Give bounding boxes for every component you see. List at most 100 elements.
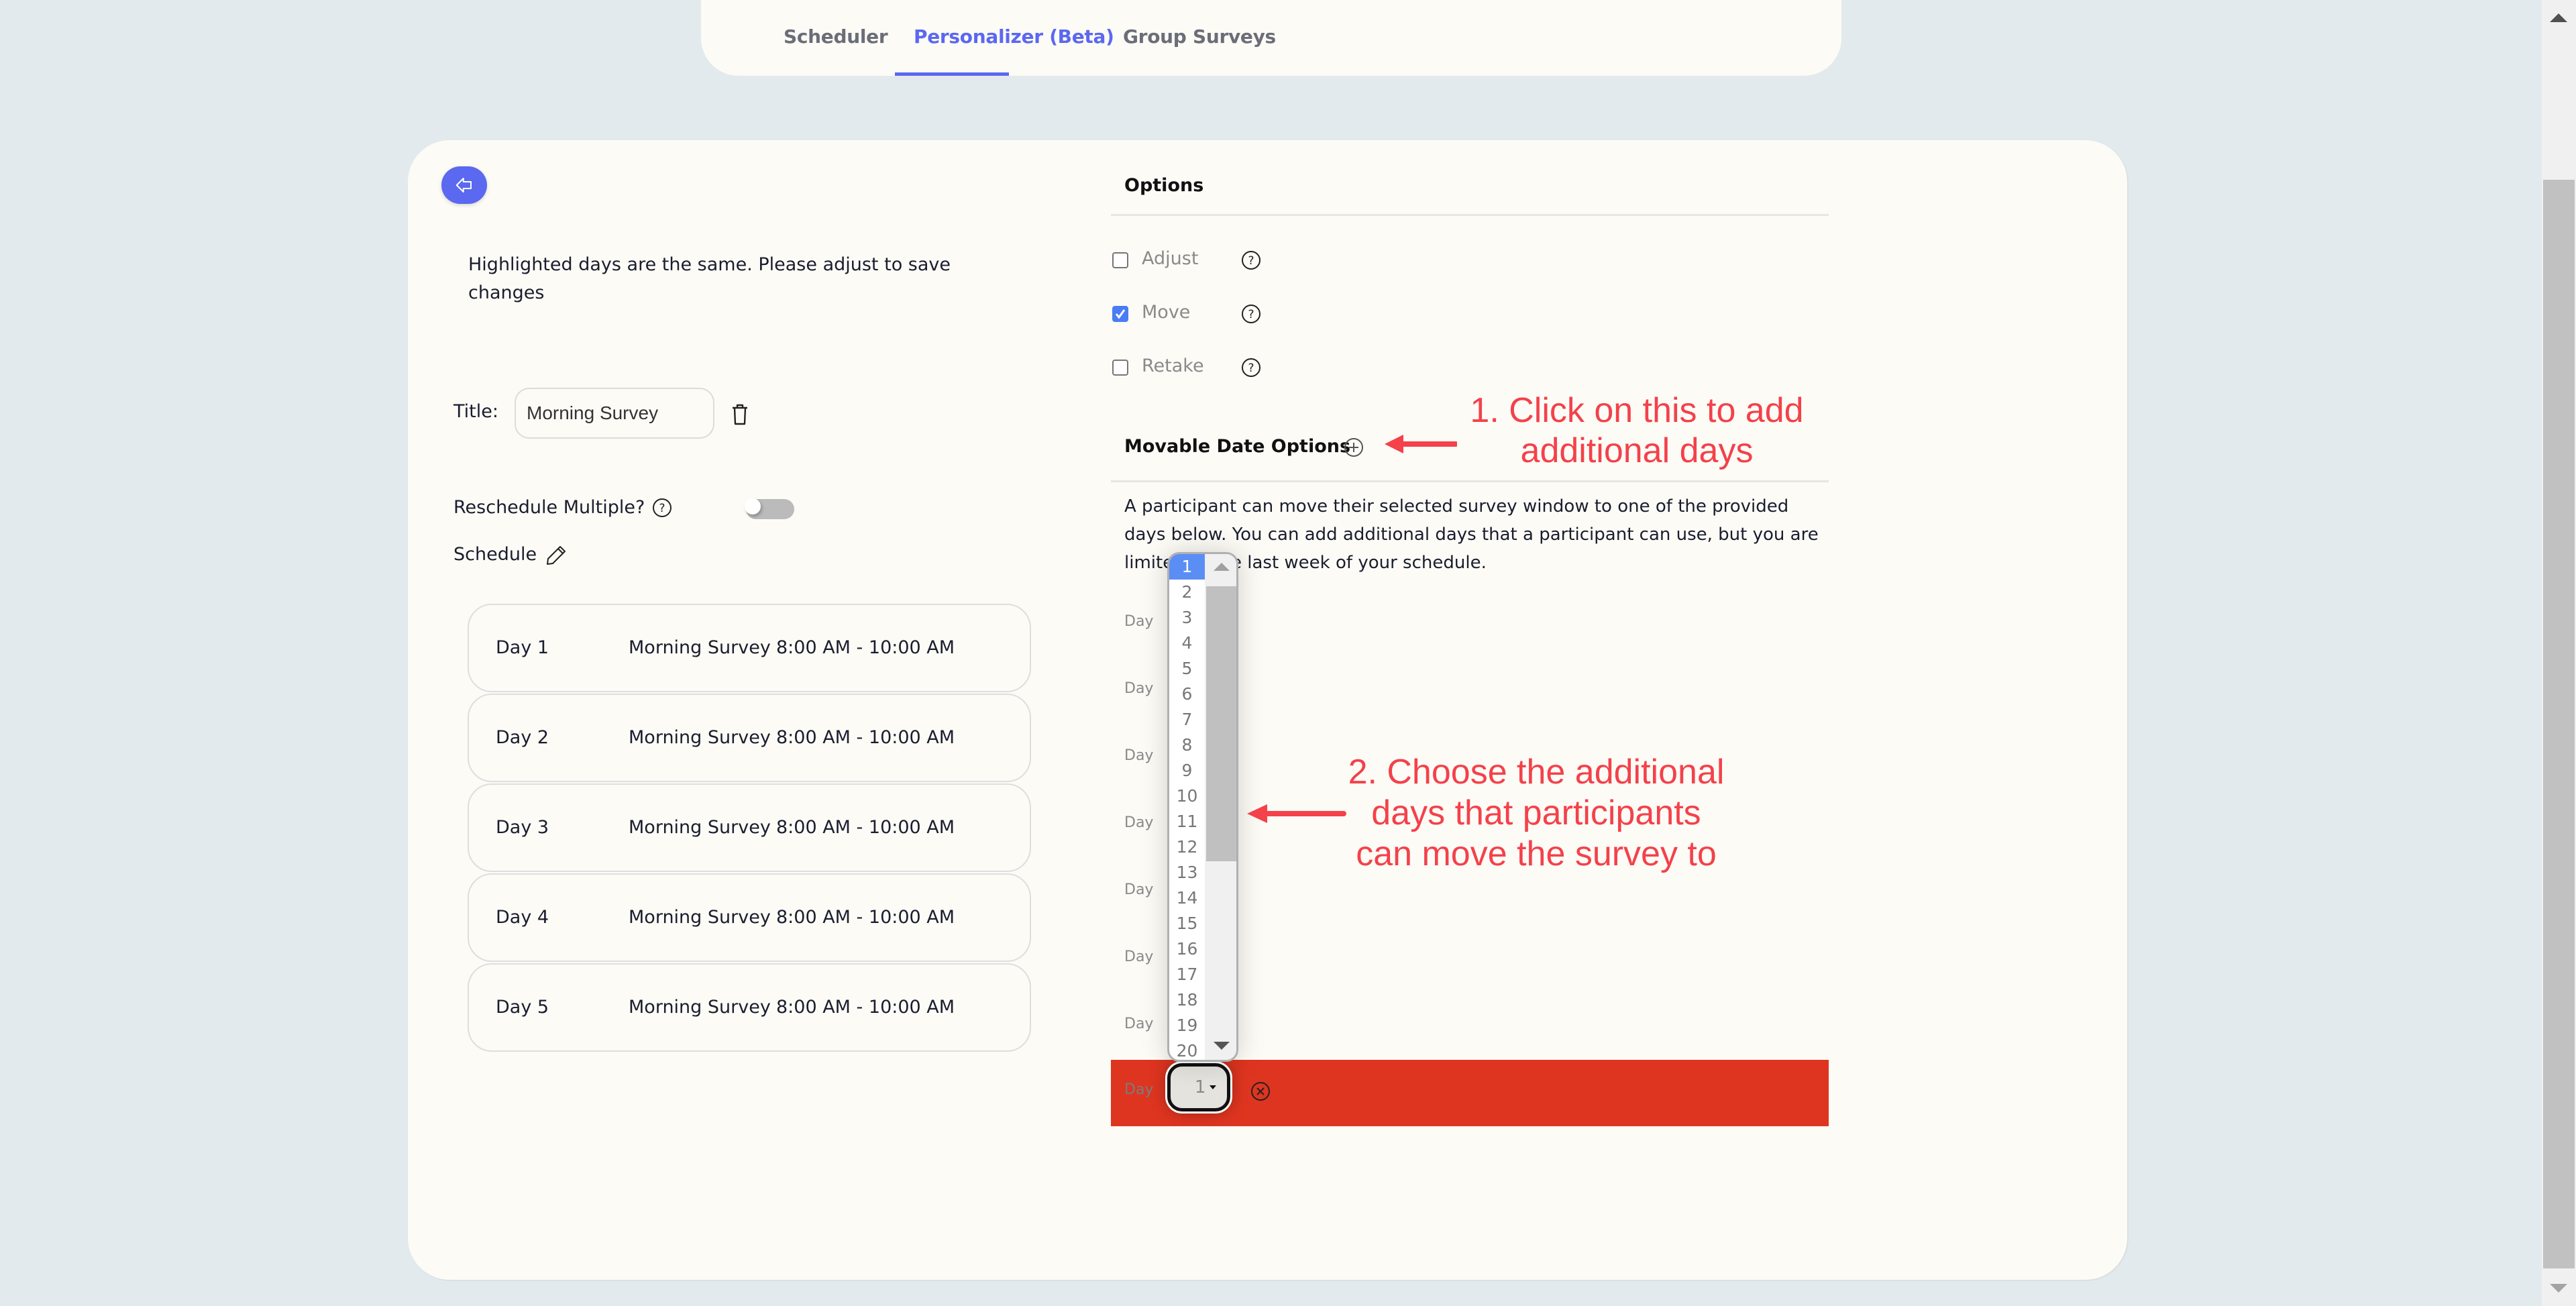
schedule-survey: Morning Survey [629,907,771,928]
retake-help-button[interactable]: ? [1241,358,1261,378]
schedule-time: 8:00 AM - 10:00 AM [776,997,955,1018]
dropdown-scroll-thumb[interactable] [1206,586,1236,861]
adjust-help-button[interactable]: ? [1241,250,1261,270]
close-circle-icon [1251,1082,1270,1101]
retake-checkbox[interactable] [1112,360,1128,376]
page-scroll-thumb[interactable] [2543,180,2575,1268]
dropdown-option[interactable]: 4 [1169,631,1205,656]
scroll-up-icon[interactable] [2550,13,2567,22]
day-select-value: 1 [1195,1077,1206,1097]
schedule-row[interactable]: Day 3 Morning Survey 8:00 AM - 10:00 AM [468,783,1031,872]
schedule-survey: Morning Survey [629,727,771,748]
schedule-survey: Morning Survey [629,817,771,838]
day-label: Day [1124,814,1154,831]
svg-text:?: ? [1248,362,1254,375]
dropdown-option[interactable]: 20 [1169,1038,1205,1060]
delete-button[interactable] [729,401,751,428]
day-label: Day [1124,747,1154,764]
title-input[interactable] [515,388,714,439]
dropdown-option[interactable]: 14 [1169,885,1205,911]
day-label: Day [1124,1081,1154,1098]
dropdown-option[interactable]: 19 [1169,1013,1205,1038]
dropdown-option[interactable]: 17 [1169,962,1205,987]
annotation-step-2: 2. Choose the additional days that parti… [1335,752,1737,875]
active-tab-indicator [895,72,1009,76]
schedule-row[interactable]: Day 5 Morning Survey 8:00 AM - 10:00 AM [468,963,1031,1052]
schedule-row[interactable]: Day 4 Morning Survey 8:00 AM - 10:00 AM [468,873,1031,962]
schedule-time: 8:00 AM - 10:00 AM [776,817,955,838]
check-icon [1115,309,1126,319]
dropdown-option[interactable]: 16 [1169,936,1205,962]
movable-date-options-heading: Movable Date Options [1124,436,1351,457]
schedule-row[interactable]: Day 2 Morning Survey 8:00 AM - 10:00 AM [468,694,1031,782]
move-help-button[interactable]: ? [1241,304,1261,324]
dropdown-option[interactable]: 15 [1169,911,1205,936]
dropdown-option[interactable]: 3 [1169,605,1205,631]
adjust-label: Adjust [1142,248,1199,269]
move-label: Move [1142,302,1191,323]
reschedule-multiple-toggle[interactable] [745,498,794,519]
scroll-up-icon[interactable] [1214,563,1230,571]
schedule-survey: Morning Survey [629,997,771,1018]
back-button[interactable] [441,166,487,204]
schedule-row[interactable]: Day 1 Morning Survey 8:00 AM - 10:00 AM [468,604,1031,692]
schedule-label: Schedule [453,544,537,565]
help-icon: ? [1242,305,1260,323]
day-select[interactable]: 1 [1167,1063,1230,1111]
dropdown-option[interactable]: 6 [1169,682,1205,707]
dropdown-option[interactable]: 9 [1169,758,1205,783]
remove-day-button[interactable] [1250,1081,1271,1101]
pencil-icon [547,546,566,565]
dropdown-option[interactable]: 10 [1169,783,1205,809]
svg-text:?: ? [1248,254,1254,268]
dropdown-option[interactable]: 8 [1169,732,1205,758]
annotation-step-1-line: additional days [1520,431,1754,470]
adjust-checkbox[interactable] [1112,252,1128,268]
day-label: Day [1124,881,1154,898]
annotation-step-1: 1. Click on this to add additional days [1456,390,1818,471]
annotation-step-2-line: days that participants [1371,794,1701,832]
options-divider [1111,214,1829,216]
dropdown-option[interactable]: 7 [1169,707,1205,732]
title-label: Title: [453,401,498,422]
annotation-arrow-2 [1247,804,1346,823]
dropdown-option[interactable]: 2 [1169,580,1205,605]
schedule-day: Day 5 [496,997,549,1018]
move-checkbox[interactable] [1112,306,1128,322]
edit-schedule-button[interactable] [545,543,568,567]
movable-divider [1111,480,1829,482]
help-icon: ? [1242,358,1260,377]
add-movable-day-button[interactable] [1343,437,1364,458]
annotation-step-2-line: 2. Choose the additional [1348,753,1725,792]
day-dropdown-list[interactable]: 1 2 3 4 5 6 7 8 9 10 11 12 13 14 15 16 17 18 19 20 [1167,552,1238,1062]
schedule-day: Day 3 [496,817,549,838]
validation-warning: Highlighted days are the same. Please ad… [468,254,951,303]
reschedule-help-button[interactable]: ? [651,497,673,519]
dropdown-option[interactable]: 12 [1169,834,1205,860]
tab-scheduler[interactable]: Scheduler [784,25,888,48]
toggle-knob [745,498,761,514]
retake-label: Retake [1142,356,1204,376]
day-label: Day [1124,1016,1154,1032]
trash-icon [733,404,747,425]
dropdown-option[interactable]: 5 [1169,656,1205,682]
help-icon: ? [1242,251,1260,270]
svg-text:?: ? [659,502,665,515]
day-label: Day [1124,948,1154,965]
scroll-down-icon[interactable] [1214,1042,1230,1050]
help-icon: ? [653,498,672,517]
annotation-step-2-line: can move the survey to [1356,834,1717,873]
schedule-time: 8:00 AM - 10:00 AM [776,727,955,748]
tab-group-surveys[interactable]: Group Surveys [1123,25,1276,48]
annotation-arrow-1 [1385,435,1457,453]
dropdown-scrollbar[interactable] [1205,554,1236,1060]
page-scrollbar[interactable] [2542,0,2576,1306]
day-label: Day [1124,613,1154,630]
dropdown-option[interactable]: 13 [1169,860,1205,885]
dropdown-option[interactable]: 1 [1169,554,1205,580]
scroll-down-icon[interactable] [2550,1284,2567,1293]
schedule-day: Day 2 [496,727,549,748]
dropdown-option[interactable]: 11 [1169,809,1205,834]
dropdown-option[interactable]: 18 [1169,987,1205,1013]
tab-personalizer[interactable]: Personalizer (Beta) [914,25,1114,48]
